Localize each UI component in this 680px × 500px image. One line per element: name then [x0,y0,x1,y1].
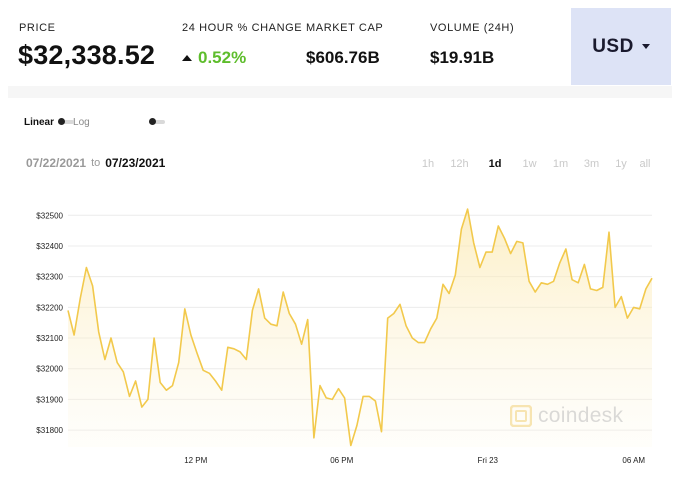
y-tick-label: $31800 [36,426,63,435]
range-tab-1h[interactable]: 1h [413,158,443,170]
price-value: $32,338.52 [18,40,156,70]
change-percent: 0.52% [198,48,247,67]
linear-toggle[interactable] [58,118,74,125]
change-value: 0.52% [182,48,246,68]
chevron-down-icon [641,44,650,49]
watermark-text: coindesk [538,404,624,427]
x-tick-label: 06 PM [330,456,353,465]
toggle-knob [58,118,65,125]
scale-selector: Linear Log [24,115,90,129]
price-chart: $31800 $31900 $32000 $32100 $32200 $32300 $324… [36,208,653,465]
range-tab-1y[interactable]: 1y [607,158,635,170]
range-tab-1m[interactable]: 1m [545,158,576,170]
toggle-knob [149,118,156,125]
scale-linear-option[interactable]: Linear [24,117,54,128]
date-range: 07/22/2021 to 07/23/2021 [26,156,165,170]
y-tick-label: $32100 [36,334,63,343]
triangle-up-icon [182,55,192,61]
coindesk-watermark: coindesk [510,404,623,428]
change-label: 24 HOUR % CHANGE [182,22,303,34]
price-label: PRICE [19,22,56,34]
volume-label: VOLUME (24H) [430,22,515,34]
range-tab-all[interactable]: all [635,158,655,170]
date-range-separator: to [91,157,101,169]
volume-value: $19.91B [430,48,495,67]
currency-dropdown[interactable]: USD [571,8,671,85]
date-from[interactable]: 07/22/2021 [26,156,86,170]
currency-label: USD [592,35,634,57]
y-tick-label: $32500 [36,211,63,220]
range-tab-12h[interactable]: 12h [443,158,476,170]
y-tick-label: $32400 [36,242,63,251]
date-to[interactable]: 07/23/2021 [105,156,165,170]
y-tick-label: $32000 [36,365,63,374]
x-axis-ticks: 12 PM 06 PM Fri 23 06 AM [184,456,645,465]
y-tick-label: $32200 [36,303,63,312]
scale-log-option[interactable]: Log [73,117,90,128]
range-tab-1w[interactable]: 1w [514,158,545,170]
x-tick-label: Fri 23 [478,456,499,465]
x-tick-label: 12 PM [184,456,207,465]
y-tick-label: $32300 [36,273,63,282]
x-tick-label: 06 AM [622,456,645,465]
market-cap-value: $606.76B [306,48,380,67]
range-tab-1d[interactable]: 1d [476,158,514,170]
y-axis-ticks: $31800 $31900 $32000 $32100 $32200 $32300 $324… [36,211,63,435]
time-range-tabs: 1h 12h 1d 1w 1m 3m 1y all [413,158,655,170]
y-tick-label: $31900 [36,395,63,404]
range-tab-3m[interactable]: 3m [576,158,607,170]
coindesk-logo-icon [510,405,532,427]
log-toggle[interactable] [149,118,165,125]
market-cap-label: MARKET CAP [306,22,384,34]
stats-divider [8,86,672,98]
